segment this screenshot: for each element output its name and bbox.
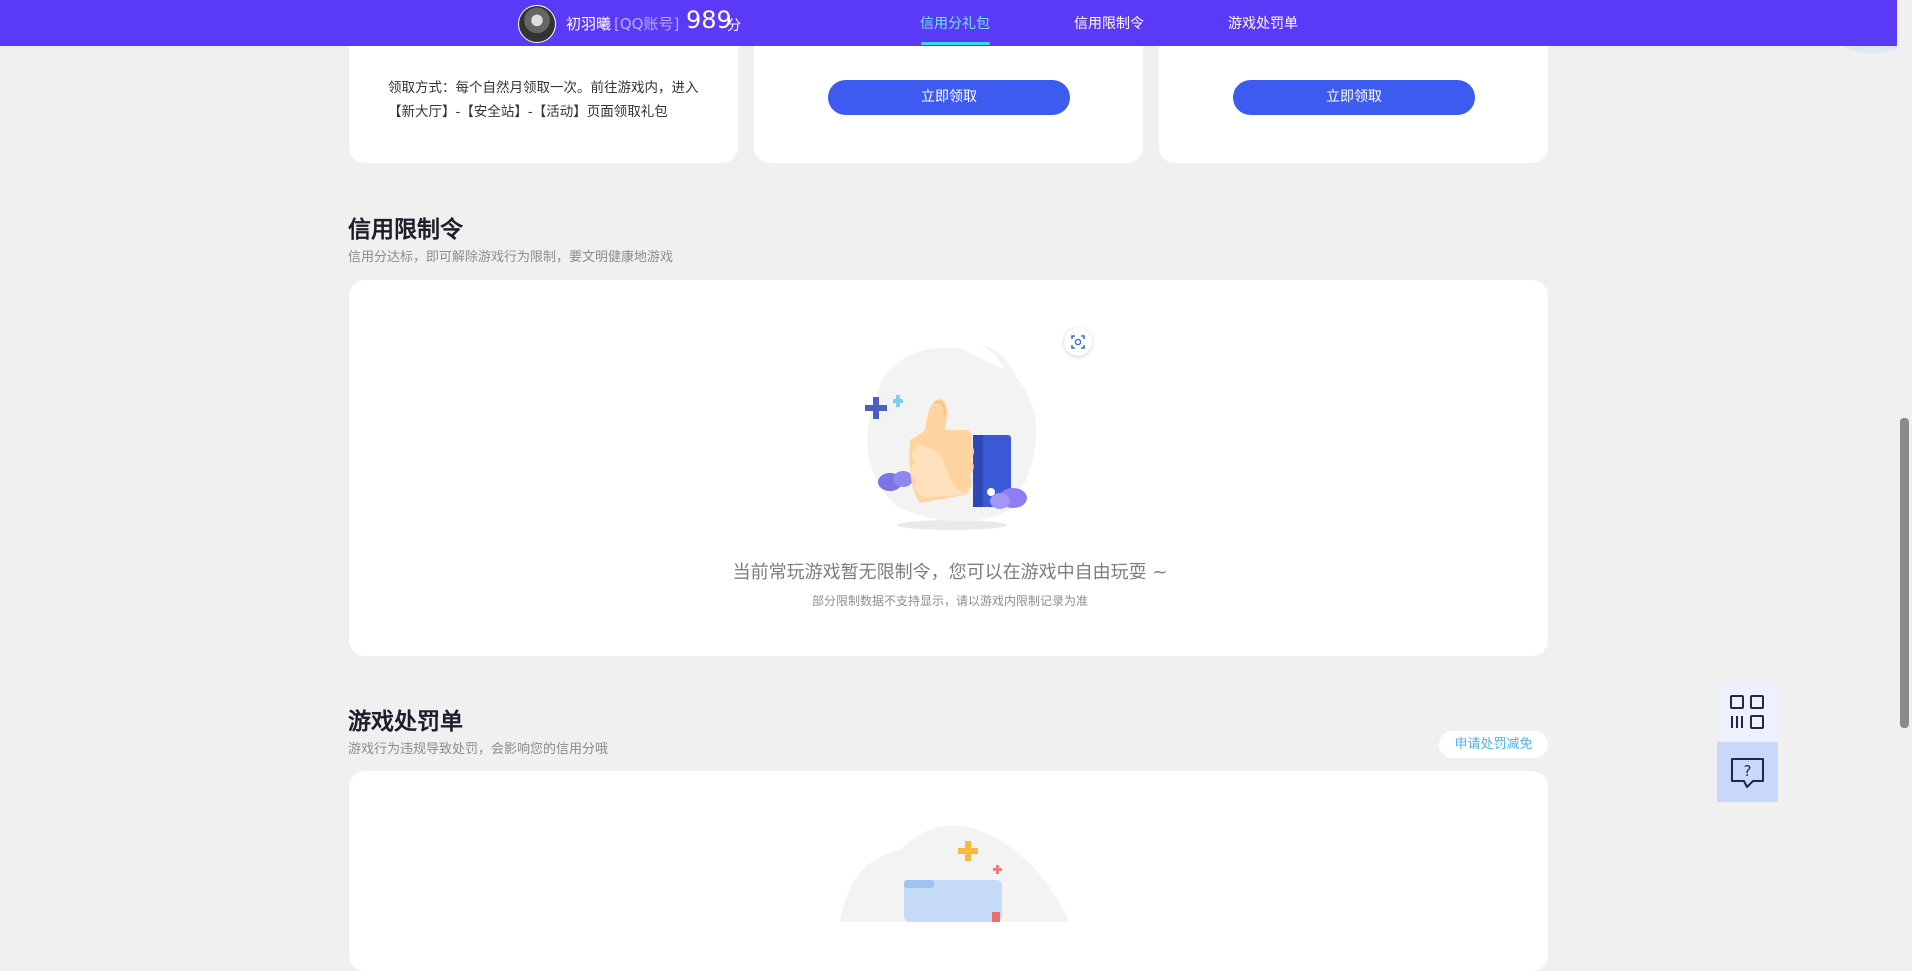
svg-text:?: ? — [1744, 762, 1752, 780]
restriction-section-title: 信用限制令 — [348, 217, 463, 243]
nav-credit-restriction[interactable]: 信用限制令 — [1074, 13, 1144, 33]
folder-illustration — [840, 825, 1070, 922]
nav-credit-gift[interactable]: 信用分礼包 — [920, 13, 990, 33]
penalty-section-title: 游戏处罚单 — [348, 709, 463, 735]
empty-restriction-message: 当前常玩游戏暂无限制令，您可以在游戏中自由玩耍 ~ — [732, 562, 1168, 583]
claim-now-button-2[interactable]: 立即领取 — [1233, 80, 1475, 115]
scan-icon[interactable] — [1064, 328, 1092, 356]
nav-game-penalty[interactable]: 游戏处罚单 — [1228, 13, 1298, 33]
claim-method-text: 领取方式：每个自然月领取一次。前往游戏内，进入【新大厅】-【安全站】-【活动】页… — [388, 80, 699, 120]
nav-active-indicator — [921, 42, 990, 45]
thumbs-up-illustration — [865, 342, 1037, 530]
username: 初羽曦 — [566, 15, 612, 33]
apply-penalty-reduction-button[interactable]: 申请处罚减免 — [1439, 731, 1548, 758]
claim-now-button[interactable]: 立即领取 — [828, 80, 1070, 115]
account-type: [QQ账号] — [614, 15, 680, 33]
scrollbar-thumb[interactable] — [1900, 418, 1909, 728]
qr-code-icon — [1730, 695, 1764, 729]
help-chat-icon: ? — [1731, 758, 1764, 788]
qr-code-button[interactable] — [1717, 682, 1778, 742]
avatar[interactable] — [518, 5, 556, 43]
help-button[interactable]: ? — [1717, 742, 1778, 802]
restriction-section-subtitle: 信用分达标，即可解除游戏行为限制，要文明健康地游戏 — [348, 250, 674, 265]
top-navigation-bar: 初羽曦 [QQ账号] 989 分 信用分礼包 信用限制令 游戏处罚单 — [0, 0, 1897, 46]
empty-restriction-note: 部分限制数据不支持显示，请以游戏内限制记录为准 — [811, 594, 1088, 608]
penalty-section-subtitle: 游戏行为违规导致处罚，会影响您的信用分哦 — [348, 742, 609, 757]
credit-score: 989 — [686, 6, 732, 34]
score-unit: 分 — [727, 18, 741, 34]
